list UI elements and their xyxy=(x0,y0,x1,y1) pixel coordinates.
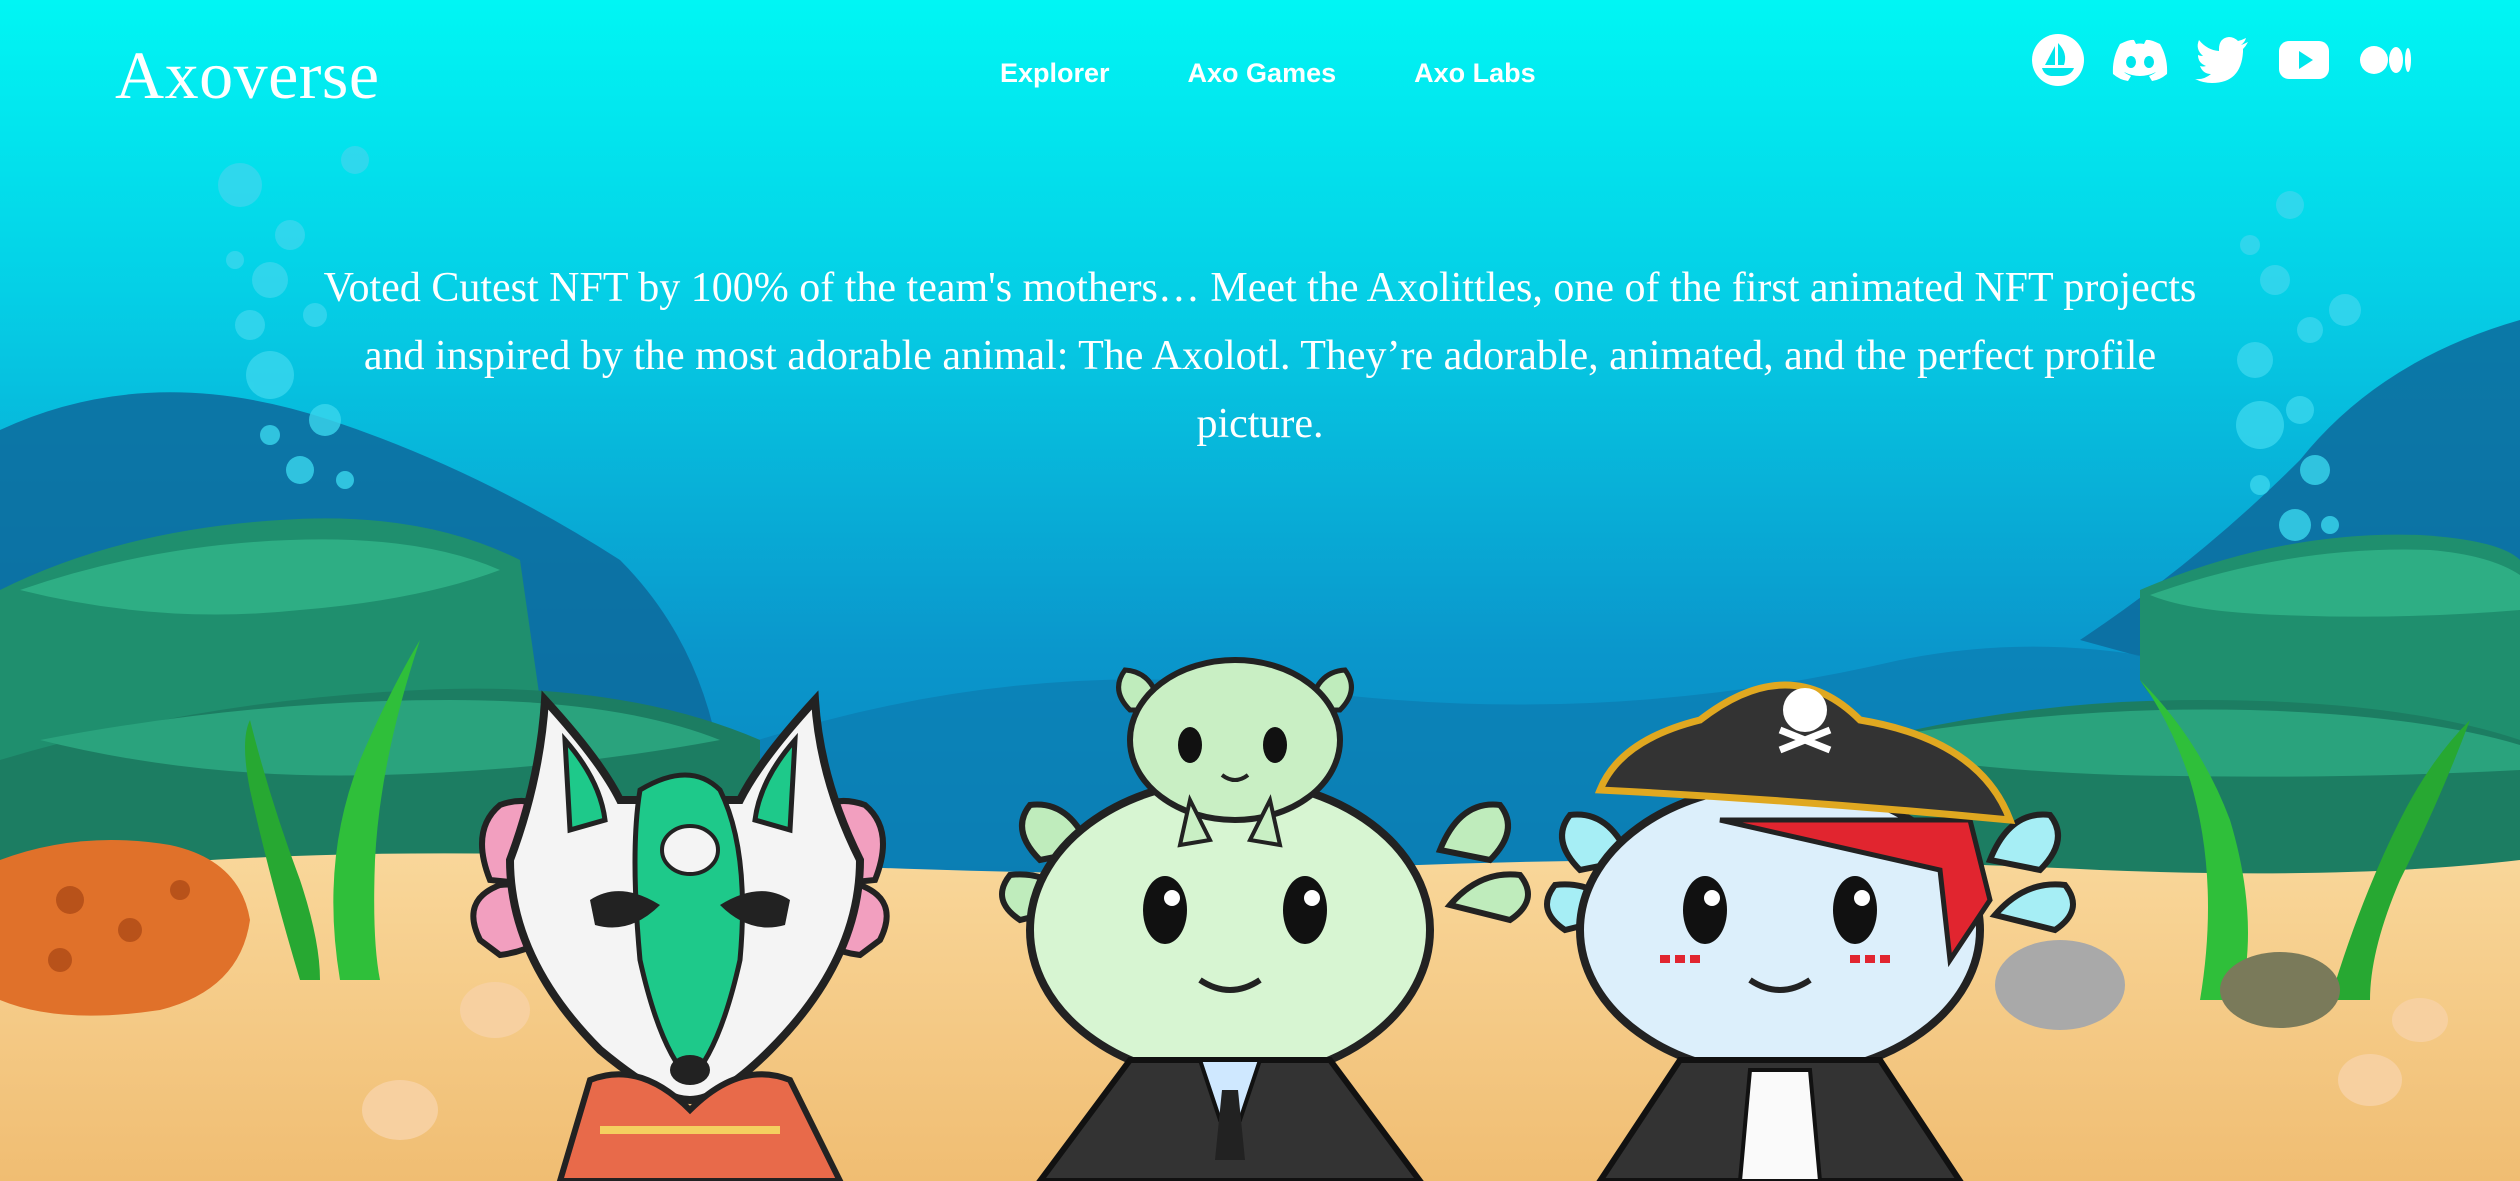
nav-explorer[interactable]: Explorer xyxy=(1000,58,1110,89)
coral-spot xyxy=(118,918,142,942)
rock xyxy=(1995,940,2125,1030)
coral-spot xyxy=(48,948,72,972)
seashell xyxy=(2338,1054,2402,1106)
underwater-scene xyxy=(0,0,2520,1181)
site-logo[interactable]: Axoverse xyxy=(115,36,380,115)
nav-axo-games[interactable]: Axo Games xyxy=(1188,58,1337,89)
coral-spot xyxy=(170,880,190,900)
seashell xyxy=(460,982,530,1038)
youtube-icon[interactable] xyxy=(2276,32,2332,88)
social-links xyxy=(2030,32,2414,88)
nav-axo-labs[interactable]: Axo Labs xyxy=(1414,58,1536,89)
opensea-icon[interactable] xyxy=(2030,32,2086,88)
coral-spot xyxy=(56,886,84,914)
seashell xyxy=(2392,998,2448,1042)
main-nav: Explorer Axo Games Axo Labs xyxy=(1000,58,1536,89)
discord-icon[interactable] xyxy=(2112,32,2168,88)
twitter-icon[interactable] xyxy=(2194,32,2250,88)
medium-icon[interactable] xyxy=(2358,32,2414,88)
rock xyxy=(2220,952,2340,1028)
site-header: Axoverse Explorer Axo Games Axo Labs xyxy=(0,0,2520,160)
seashell xyxy=(362,1080,438,1140)
hero-description: Voted Cutest NFT by 100% of the team's m… xyxy=(323,265,2197,447)
